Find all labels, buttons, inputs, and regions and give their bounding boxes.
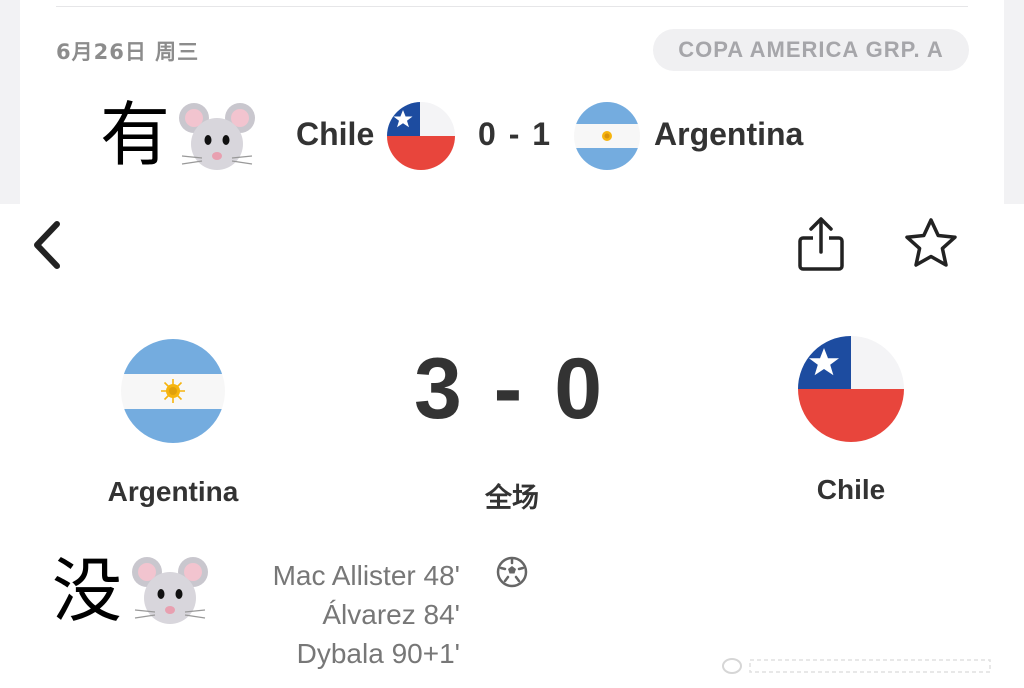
back-chevron-icon[interactable] [30, 220, 64, 270]
home-team-flag-icon[interactable] [121, 338, 225, 444]
caption-have: 有 [100, 94, 170, 176]
away-team-name[interactable]: Chile [790, 474, 912, 506]
competition-badge[interactable]: COPA AMERICA GRP. A [653, 29, 969, 71]
top-away-team-name: Argentina [654, 116, 804, 152]
mouse-face-icon [179, 103, 255, 170]
match-date: 6月26日 周三 [56, 40, 200, 64]
top-home-team-name: Chile [296, 116, 375, 152]
star-favorite-icon[interactable] [902, 216, 960, 272]
final-score: 3 - 0 [413, 341, 607, 437]
away-team-flag-icon[interactable] [798, 336, 904, 442]
caption-none: 没 [52, 550, 122, 632]
match-status: 全场 [485, 483, 539, 514]
soccer-ball-icon [496, 556, 528, 588]
share-icon[interactable] [796, 214, 846, 274]
divider [56, 6, 968, 7]
watermark [720, 652, 1020, 680]
chile-flag-icon [387, 102, 455, 170]
argentina-flag-icon [574, 102, 640, 170]
goal-scorers-list: Mac Allister 48' Álvarez 84' Dybala 90+1… [180, 556, 460, 673]
home-team-name[interactable]: Argentina [92, 476, 254, 508]
top-score: 0 - 1 [478, 116, 553, 152]
goal-scorer: Dybala 90+1' [296, 638, 460, 669]
goal-scorer: Álvarez 84' [322, 599, 460, 630]
goal-scorer: Mac Allister 48' [272, 560, 460, 591]
match-list-screenshot: 6月26日 周三 COPA AMERICA GRP. A 有 Chile 0 -… [0, 0, 1024, 204]
watermark-mark [722, 658, 991, 674]
